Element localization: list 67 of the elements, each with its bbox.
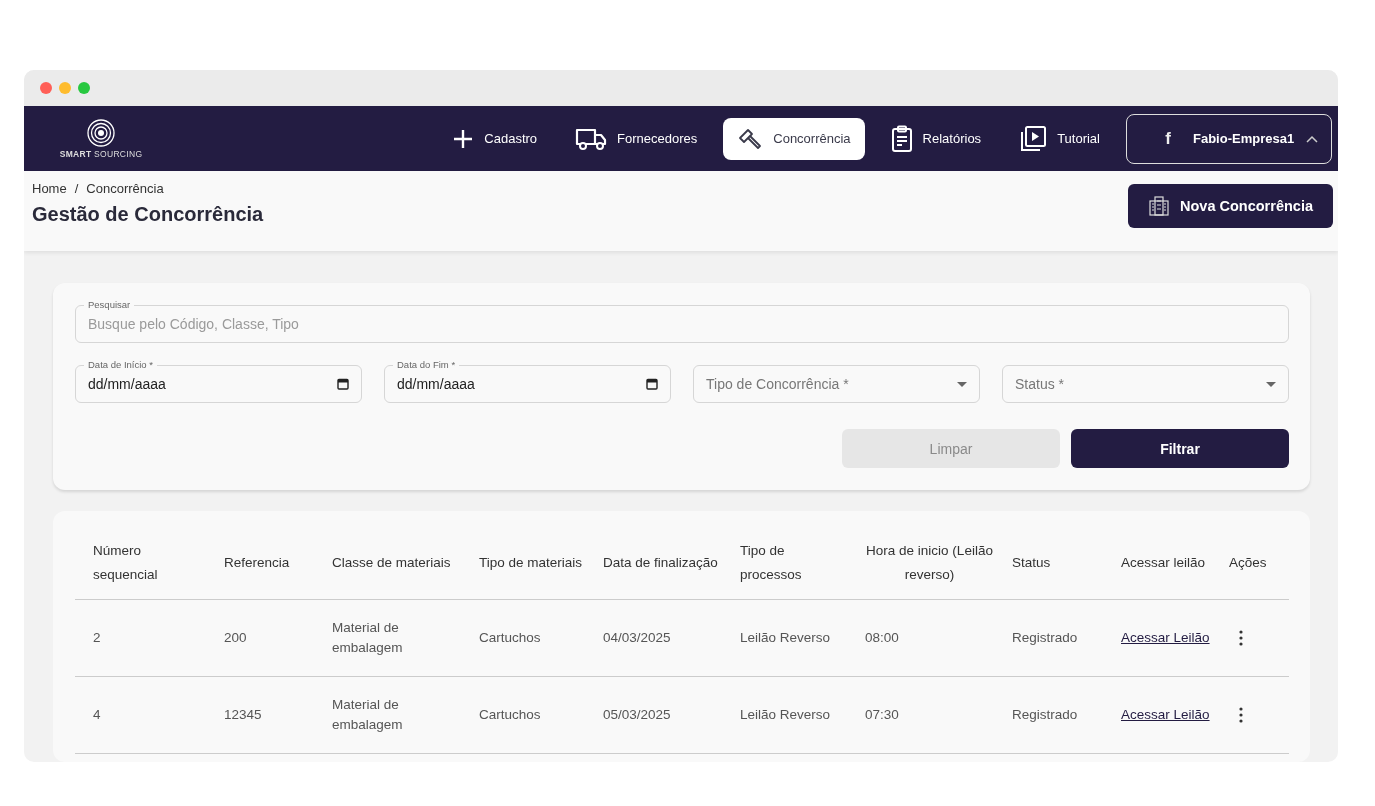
nav-tab[interactable]: Fornecedores (563, 118, 710, 159)
table-cell: Cartuchos (461, 676, 585, 754)
table-cell: 4 (75, 676, 206, 754)
table-cell: Registrado (994, 676, 1103, 754)
brand-name: SMART SOURCING (59, 148, 143, 159)
table-cell: 07:30 (847, 676, 994, 754)
plus-icon (452, 127, 475, 150)
column-header: Status (994, 531, 1103, 600)
table-cell: Leilão Reverso (722, 599, 847, 677)
table-cell: 2 (75, 599, 206, 677)
chevron-icon (1306, 134, 1319, 143)
more-options-icon[interactable] (1239, 707, 1243, 723)
column-header: Data de finalização (585, 531, 722, 600)
date-placeholder: dd/mm/aaaa (88, 376, 167, 392)
nav-tab[interactable]: Cadastro (440, 119, 550, 158)
nav-tab[interactable]: Tutorial (1007, 116, 1112, 161)
column-header: Referencia (206, 531, 314, 600)
column-header: Tipo de materiais (461, 531, 585, 600)
select-field[interactable]: Tipo de Concorrência * (693, 365, 980, 403)
breadcrumb-item: Concorrência (86, 181, 164, 196)
access-link[interactable]: Acessar Leilão (1121, 707, 1210, 722)
page-title: Gestão de Concorrência (32, 203, 264, 226)
placeholder-text: Status * (1015, 376, 1066, 392)
date-placeholder: dd/mm/aaaa (397, 376, 476, 392)
field-label: Data do Fim * (393, 359, 460, 370)
column-header: Acessar leilão (1103, 531, 1211, 600)
column-header: Hora de inicio (Leilão reverso) (847, 531, 994, 600)
field-label: Pesquisar (84, 299, 135, 310)
table-cell: Material de embalagem (314, 676, 461, 754)
table-cell: Leilão Reverso (722, 676, 847, 754)
calendar-icon[interactable] (646, 378, 658, 390)
video-icon (1019, 124, 1048, 153)
clipboard-icon (890, 124, 913, 153)
table-cell: Registrado (994, 599, 1103, 677)
column-header: Ações (1211, 531, 1289, 600)
table-cell: 04/03/2025 (585, 599, 722, 677)
table-cell: 12345 (206, 676, 314, 754)
maximize-dot[interactable] (78, 82, 90, 94)
filter-button[interactable]: Filtrar (1071, 429, 1289, 468)
column-header: Classe de materiais (314, 531, 461, 600)
nav-tab[interactable]: Relatórios (878, 116, 994, 161)
table-cell: 08:00 (847, 599, 994, 677)
close-dot[interactable] (40, 82, 52, 94)
field-label: Data de Início * (84, 359, 157, 370)
minimize-dot[interactable] (59, 82, 71, 94)
dropdown-arrow-icon (1266, 381, 1276, 387)
calendar-icon[interactable] (337, 378, 349, 390)
truck-icon (575, 126, 608, 151)
logo-icon (87, 118, 115, 147)
table-cell: Material de embalagem (314, 599, 461, 677)
table-cell: Cartuchos (461, 599, 585, 677)
breadcrumb-item[interactable]: Home (32, 181, 67, 196)
select-field[interactable]: Status * (1002, 365, 1289, 403)
table-cell: 200 (206, 599, 314, 677)
building-icon (1148, 195, 1171, 217)
access-link[interactable]: Acessar Leilão (1121, 630, 1210, 645)
new-button[interactable]: Nova Concorrência (1128, 184, 1333, 228)
breadcrumb-separator: / (74, 181, 79, 196)
column-header: Número sequencial (75, 531, 206, 600)
placeholder-text: Busque pelo Código, Classe, Tipo (88, 316, 299, 332)
placeholder-text: Tipo de Concorrência * (706, 376, 850, 392)
nav-tab[interactable]: Concorrência (723, 117, 865, 160)
table-cell: 05/03/2025 (585, 676, 722, 754)
user-menu[interactable]: f Fabio-Empresa1 (1126, 113, 1332, 164)
more-options-icon[interactable] (1239, 630, 1243, 646)
dropdown-arrow-icon (957, 381, 967, 387)
column-header: Tipo de processos (722, 531, 847, 600)
